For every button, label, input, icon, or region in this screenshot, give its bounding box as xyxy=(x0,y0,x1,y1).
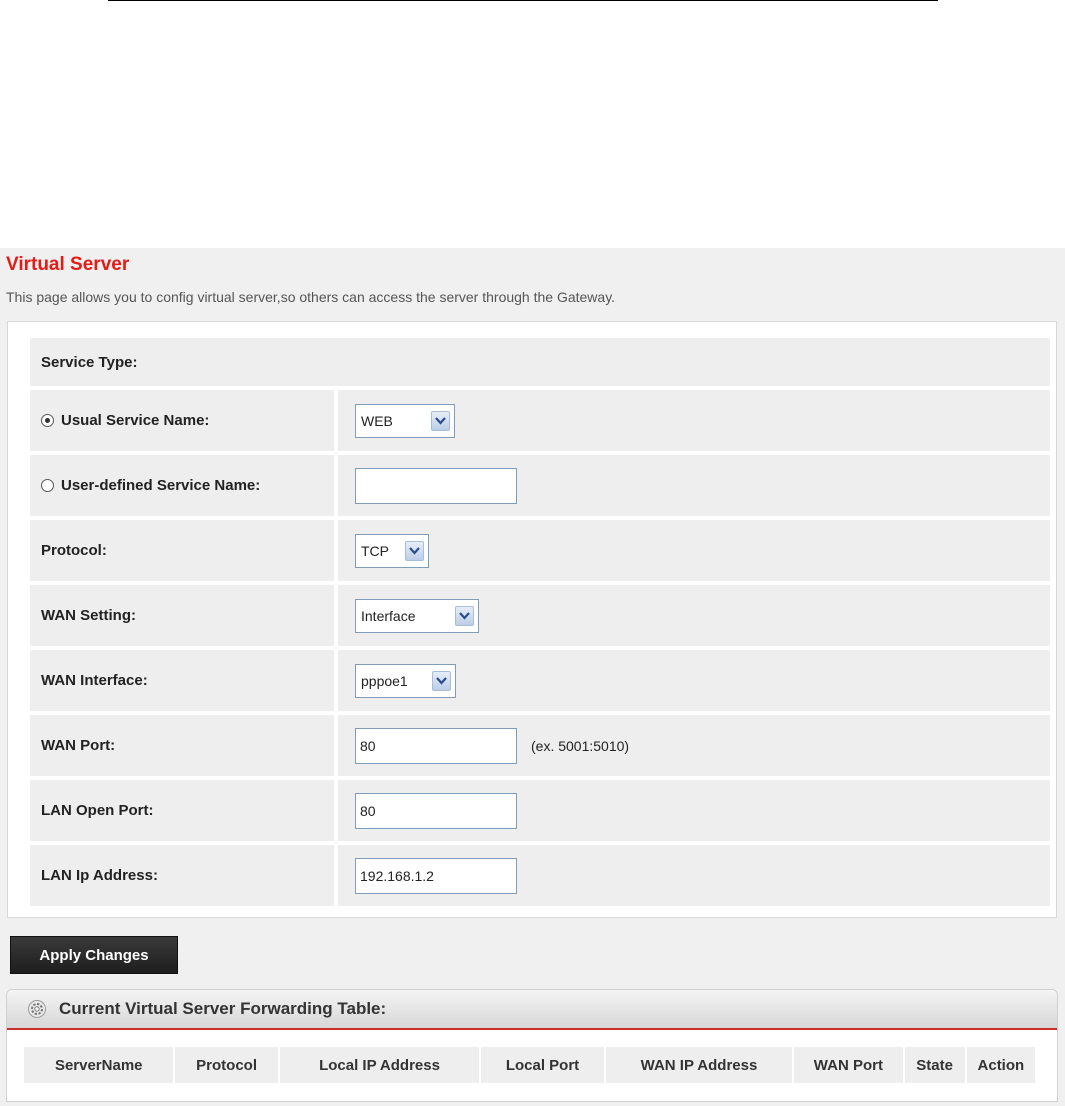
top-divider xyxy=(108,0,938,1)
service-type-row: Service Type: xyxy=(30,338,1050,386)
wan-setting-label: WAN Setting: xyxy=(30,585,334,646)
usual-service-radio[interactable] xyxy=(41,414,54,427)
usual-service-select[interactable]: WEB xyxy=(355,403,455,438)
usual-service-label: Usual Service Name: xyxy=(61,412,210,429)
user-defined-service-radio[interactable] xyxy=(41,479,54,492)
gear-icon xyxy=(28,1000,46,1018)
protocol-select[interactable]: TCP xyxy=(355,533,429,568)
column-header-protocol: Protocol xyxy=(175,1047,278,1083)
column-header-servername: ServerName xyxy=(24,1047,174,1083)
lan-open-port-label: LAN Open Port: xyxy=(30,780,334,841)
wan-setting-value: Interface xyxy=(361,607,416,624)
chevron-down-icon xyxy=(431,410,450,431)
wan-setting-select[interactable]: Interface xyxy=(355,598,479,633)
chevron-down-icon xyxy=(455,605,474,626)
page-title: Virtual Server xyxy=(6,254,130,275)
lan-open-port-row: LAN Open Port: xyxy=(30,780,1050,841)
user-defined-service-row: User-defined Service Name: xyxy=(30,455,1050,516)
column-header-wan-port: WAN Port xyxy=(794,1047,903,1083)
wan-interface-row: WAN Interface: pppoe1 xyxy=(30,650,1050,711)
chevron-down-icon xyxy=(405,540,424,561)
forwarding-table-header: Current Virtual Server Forwarding Table: xyxy=(7,990,1057,1030)
forwarding-table-panel: Current Virtual Server Forwarding Table:… xyxy=(6,989,1058,1102)
protocol-label: Protocol: xyxy=(30,520,334,581)
apply-changes-button[interactable]: Apply Changes xyxy=(10,936,178,974)
wan-interface-label: WAN Interface: xyxy=(30,650,334,711)
lan-ip-address-label: LAN Ip Address: xyxy=(30,845,334,906)
chevron-down-icon xyxy=(432,670,451,691)
service-type-label: Service Type: xyxy=(30,338,1050,386)
forwarding-table-title: Current Virtual Server Forwarding Table: xyxy=(59,999,387,1018)
lan-open-port-input[interactable] xyxy=(355,792,517,829)
wan-port-row: WAN Port: (ex. 5001:5010) xyxy=(30,715,1050,776)
column-header-wan-ip-address: WAN IP Address xyxy=(605,1047,793,1083)
protocol-value: TCP xyxy=(361,542,389,559)
column-header-action: Action xyxy=(966,1047,1035,1083)
usual-service-row: Usual Service Name: WEB xyxy=(30,390,1050,451)
user-defined-service-label: User-defined Service Name: xyxy=(61,477,261,494)
virtual-server-form: Service Type: Usual Service Name: WEB Us… xyxy=(7,321,1057,918)
user-defined-service-input[interactable] xyxy=(355,467,517,504)
wan-interface-value: pppoe1 xyxy=(361,672,408,689)
column-header-state: State xyxy=(904,1047,965,1083)
lan-ip-address-input[interactable] xyxy=(355,857,517,894)
page-description: This page allows you to config virtual s… xyxy=(6,289,616,305)
wan-port-label: WAN Port: xyxy=(30,715,334,776)
table-header-row: ServerName Protocol Local IP Address Loc… xyxy=(24,1047,1035,1083)
protocol-row: Protocol: TCP xyxy=(30,520,1050,581)
wan-port-hint: (ex. 5001:5010) xyxy=(531,737,630,754)
forwarding-table: ServerName Protocol Local IP Address Loc… xyxy=(22,1047,1037,1083)
wan-interface-select[interactable]: pppoe1 xyxy=(355,663,456,698)
wan-port-input[interactable] xyxy=(355,727,517,764)
column-header-local-port: Local Port xyxy=(481,1047,604,1083)
lan-ip-address-row: LAN Ip Address: xyxy=(30,845,1050,906)
wan-setting-row: WAN Setting: Interface xyxy=(30,585,1050,646)
usual-service-value: WEB xyxy=(361,412,393,429)
column-header-local-ip-address: Local IP Address xyxy=(279,1047,480,1083)
